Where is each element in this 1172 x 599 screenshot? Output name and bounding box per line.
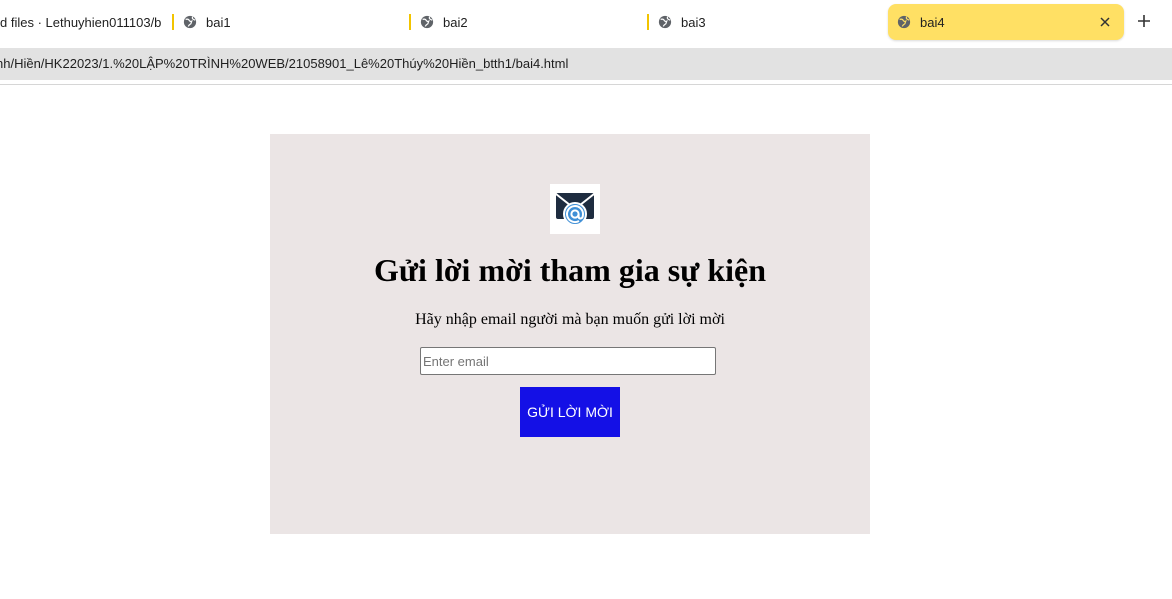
close-icon[interactable] (1096, 13, 1114, 31)
plus-icon[interactable] (1133, 10, 1155, 32)
tab-bai2[interactable]: bai2 (409, 4, 645, 40)
send-invite-button[interactable]: GỬI LỜI MỜI (520, 387, 620, 437)
tab-bai1[interactable]: bai1 (172, 4, 408, 40)
tab-github-files[interactable]: d files · Lethuyhien011103/b (0, 4, 165, 40)
address-bar[interactable]: nh/Hiền/HK22023/1.%20LẬP%20TRÌNH%20WEB/2… (0, 48, 1172, 80)
globe-icon (897, 15, 911, 29)
toolbar-divider (0, 84, 1172, 85)
tab-label: bai2 (443, 14, 468, 30)
tab-label: d files · Lethuyhien011103/b (0, 14, 162, 30)
tab-bar: d files · Lethuyhien011103/b bai1 bai2 b… (0, 0, 1172, 44)
page-subtitle: Hãy nhập email người mà bạn muốn gửi lời… (415, 311, 725, 328)
tab-label: bai4 (920, 14, 945, 30)
globe-icon (658, 15, 672, 29)
tab-bai4[interactable]: bai4 (888, 4, 1124, 40)
globe-icon (183, 15, 197, 29)
tab-separator (172, 14, 174, 30)
tab-separator (647, 14, 649, 30)
address-url: nh/Hiền/HK22023/1.%20LẬP%20TRÌNH%20WEB/2… (0, 56, 569, 71)
tab-separator (409, 14, 411, 30)
tab-label: bai3 (681, 14, 706, 30)
tab-label: bai1 (206, 14, 231, 30)
globe-icon (420, 15, 434, 29)
tab-bai3[interactable]: bai3 (647, 4, 883, 40)
mail-at-icon (550, 184, 600, 234)
invite-card: Gửi lời mời tham gia sự kiện Hãy nhập em… (270, 134, 870, 534)
email-input[interactable] (420, 347, 716, 375)
page-title: Gửi lời mời tham gia sự kiện (373, 252, 767, 288)
